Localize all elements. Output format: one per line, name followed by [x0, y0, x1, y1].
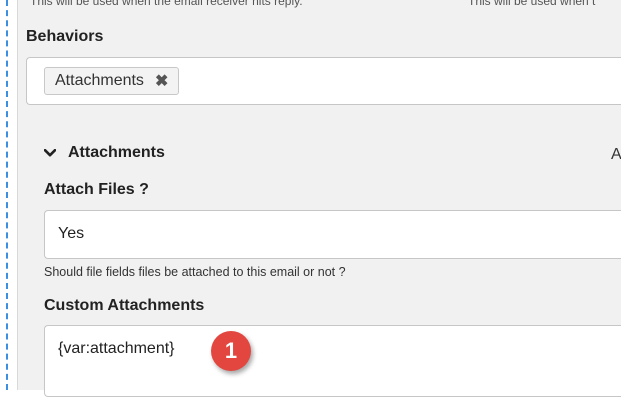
attach-files-select[interactable]: Yes — [44, 210, 621, 259]
second-hint: This will be used when t — [468, 0, 596, 8]
behaviors-select[interactable]: Attachments ✖ — [26, 57, 621, 105]
chevron-down-icon — [44, 149, 56, 157]
custom-attachments-label: Custom Attachments — [44, 297, 205, 314]
attachments-section-toggle[interactable]: Attachments — [44, 144, 165, 162]
dashed-container-border — [6, 0, 8, 390]
step-number-badge: 1 — [211, 331, 251, 371]
attach-files-value: Yes — [58, 225, 85, 242]
behavior-tag-attachments: Attachments ✖ — [44, 67, 180, 95]
behavior-tag-label: Attachments — [55, 72, 144, 89]
custom-attachments-value: {var:attachment} — [58, 340, 175, 357]
attach-files-label: Attach Files ? — [44, 181, 149, 198]
reply-to-hint: This will be used when the email receive… — [30, 0, 303, 8]
settings-panel: This will be used when the email receive… — [17, 0, 621, 397]
attach-files-help: Should file fields files be attached to … — [44, 265, 346, 279]
attachments-section-title: Attachments — [68, 144, 165, 161]
remove-tag-icon[interactable]: ✖ — [155, 71, 168, 91]
custom-attachments-input[interactable]: {var:attachment} — [44, 325, 621, 397]
right-column-cut-text: A — [611, 146, 621, 163]
behaviors-label: Behaviors — [26, 28, 104, 45]
